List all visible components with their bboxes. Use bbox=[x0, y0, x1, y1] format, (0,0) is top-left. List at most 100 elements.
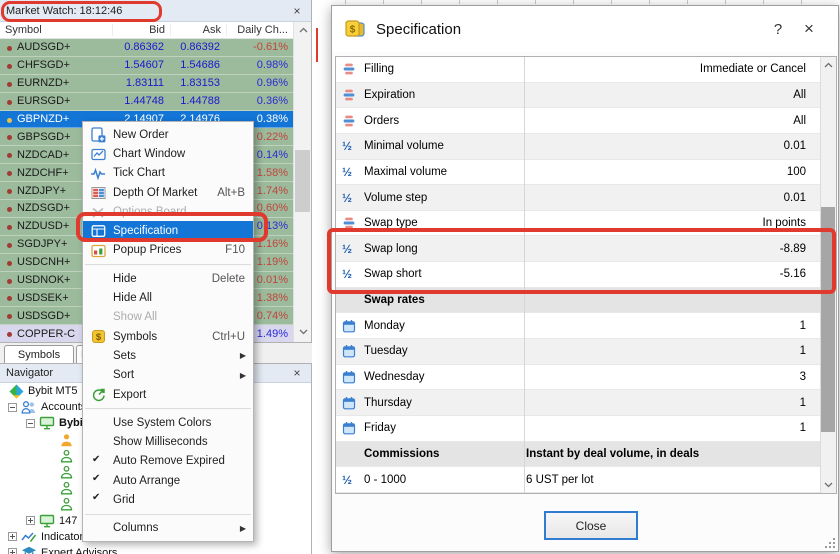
calendar-icon bbox=[342, 319, 364, 333]
market-watch-titlebar[interactable]: Market Watch: 18:12:46 × bbox=[0, 0, 311, 22]
close-icon[interactable]: × bbox=[792, 19, 826, 39]
column-header-bid[interactable]: Bid bbox=[112, 24, 170, 36]
scroll-down-icon[interactable] bbox=[294, 324, 312, 340]
expand-icon[interactable] bbox=[26, 516, 35, 525]
menu-item-label: Export bbox=[113, 389, 245, 401]
menu-item-sort[interactable]: Sort▶ bbox=[83, 366, 253, 385]
spec-value: 3 bbox=[514, 371, 810, 383]
scroll-up-icon[interactable] bbox=[821, 57, 836, 73]
menu-item-grid[interactable]: ✔Grid bbox=[83, 490, 253, 509]
symbol-status-icon bbox=[7, 261, 12, 266]
menu-item-label: Hide All bbox=[113, 292, 245, 304]
calendar-icon bbox=[342, 396, 364, 410]
levels-icon bbox=[342, 62, 364, 76]
menu-item-options-board: Options Board bbox=[83, 202, 253, 221]
scroll-up-icon[interactable] bbox=[294, 22, 312, 38]
symbol-cell: CHFSGD+ bbox=[0, 59, 112, 71]
table-row[interactable]: EURNZD+1.831111.831530.96% bbox=[0, 75, 293, 93]
help-button[interactable]: ? bbox=[764, 21, 792, 38]
menu-item-popup-prices[interactable]: Popup PricesF10 bbox=[83, 241, 253, 260]
spec-label: Monday bbox=[364, 320, 514, 332]
background-toolbar-edge bbox=[331, 0, 839, 4]
checkmark-icon: ✔ bbox=[92, 492, 100, 503]
scrollbar-thumb[interactable] bbox=[295, 150, 310, 212]
menu-item-label: Show All bbox=[113, 311, 245, 323]
spec-row-orders: OrdersAll bbox=[336, 108, 836, 134]
menu-item-new-order[interactable]: New Order bbox=[83, 125, 253, 144]
accounts-icon bbox=[21, 400, 37, 414]
menu-item-sets[interactable]: Sets▶ bbox=[83, 346, 253, 365]
spec-row-swap-short: ½Swap short-5.16 bbox=[336, 262, 836, 288]
spec-value: In points bbox=[514, 217, 810, 229]
column-header-symbol[interactable]: Symbol bbox=[0, 24, 112, 36]
menu-item-export[interactable]: Export bbox=[83, 385, 253, 404]
tree-item-expert-advisors[interactable]: Expert Advisors bbox=[0, 545, 311, 554]
menu-item-label: Columns bbox=[113, 522, 245, 534]
half-icon: ½ bbox=[342, 268, 364, 280]
bid-cell: 0.86362 bbox=[112, 41, 170, 53]
menu-item-auto-remove-expired[interactable]: ✔Auto Remove Expired bbox=[83, 452, 253, 471]
menu-item-tick-chart[interactable]: Tick Chart bbox=[83, 164, 253, 183]
symbol-status-icon bbox=[7, 207, 12, 212]
spec-label: Friday bbox=[364, 422, 514, 434]
dialog-scrollbar[interactable] bbox=[820, 57, 836, 493]
dialog-titlebar[interactable]: $ Specification ? × bbox=[332, 6, 838, 52]
spec-label: Maximal volume bbox=[364, 166, 514, 178]
resize-grip-icon[interactable] bbox=[825, 538, 835, 548]
spec-label: Swap short bbox=[364, 268, 514, 280]
half-icon: ½ bbox=[342, 192, 364, 204]
collapse-icon[interactable] bbox=[26, 419, 35, 428]
close-icon[interactable]: × bbox=[289, 366, 305, 380]
symbol-status-icon bbox=[7, 46, 12, 51]
popup-prices-icon bbox=[90, 243, 106, 259]
svg-text:$: $ bbox=[95, 332, 101, 343]
spec-label: Swap type bbox=[364, 217, 514, 229]
menu-item-hide-all[interactable]: Hide All bbox=[83, 288, 253, 307]
scroll-down-icon[interactable] bbox=[821, 477, 836, 493]
table-row[interactable]: CHFSGD+1.546071.546860.98% bbox=[0, 57, 293, 75]
table-row[interactable]: AUDSGD+0.863620.86392-0.61% bbox=[0, 39, 293, 57]
spec-value: 1 bbox=[514, 422, 810, 434]
spec-label: Tuesday bbox=[364, 345, 514, 357]
menu-item-hide[interactable]: HideDelete bbox=[83, 269, 253, 288]
spec-label: Volume step bbox=[364, 192, 514, 204]
menu-item-show-milliseconds[interactable]: Show Milliseconds bbox=[83, 432, 253, 451]
spec-value: 100 bbox=[514, 166, 810, 178]
expand-icon[interactable] bbox=[8, 548, 17, 554]
specification-table: FillingImmediate or CancelExpirationAllO… bbox=[335, 56, 837, 494]
tree-item-label: 147 bbox=[59, 515, 77, 527]
ask-cell: 0.86392 bbox=[170, 41, 226, 53]
table-row[interactable]: EURSGD+1.447481.447880.36% bbox=[0, 93, 293, 111]
menu-item-chart-window[interactable]: Chart Window bbox=[83, 144, 253, 163]
menu-item-specification[interactable]: Specification bbox=[83, 221, 253, 240]
spec-value: -8.89 bbox=[514, 243, 810, 255]
person-green-icon bbox=[58, 497, 74, 511]
half-icon: ½ bbox=[342, 243, 364, 255]
calendar-icon bbox=[342, 370, 364, 384]
expand-icon[interactable] bbox=[8, 532, 17, 541]
ask-cell: 1.54686 bbox=[170, 59, 226, 71]
section-header-row: CommissionsInstant by deal volume, in de… bbox=[336, 442, 836, 468]
submenu-arrow-icon: ▶ bbox=[240, 524, 246, 533]
spec-value: All bbox=[514, 89, 810, 101]
spec-value: 1 bbox=[514, 345, 810, 357]
menu-item-columns[interactable]: Columns▶ bbox=[83, 519, 253, 538]
checkmark-icon: ✔ bbox=[92, 454, 100, 465]
menu-item-label: Use System Colors bbox=[113, 417, 245, 429]
menu-item-symbols[interactable]: $SymbolsCtrl+U bbox=[83, 327, 253, 346]
menu-item-depth-of-market[interactable]: Depth Of MarketAlt+B bbox=[83, 183, 253, 202]
close-button[interactable]: Close bbox=[544, 511, 638, 540]
column-header-daily-change[interactable]: Daily Ch... bbox=[226, 24, 293, 36]
menu-item-label: Sort bbox=[113, 369, 245, 381]
collapse-icon[interactable] bbox=[8, 403, 17, 412]
menu-item-label: New Order bbox=[113, 129, 245, 141]
spec-value: 6 UST per lot bbox=[514, 474, 810, 486]
scrollbar-thumb[interactable] bbox=[821, 207, 835, 432]
bybit-logo-icon bbox=[8, 384, 24, 399]
close-icon[interactable]: × bbox=[289, 4, 305, 18]
column-header-ask[interactable]: Ask bbox=[170, 24, 226, 36]
tab-symbols[interactable]: Symbols bbox=[4, 345, 74, 364]
menu-item-use-system-colors[interactable]: Use System Colors bbox=[83, 413, 253, 432]
bid-cell: 1.54607 bbox=[112, 59, 170, 71]
menu-item-auto-arrange[interactable]: ✔Auto Arrange bbox=[83, 471, 253, 490]
